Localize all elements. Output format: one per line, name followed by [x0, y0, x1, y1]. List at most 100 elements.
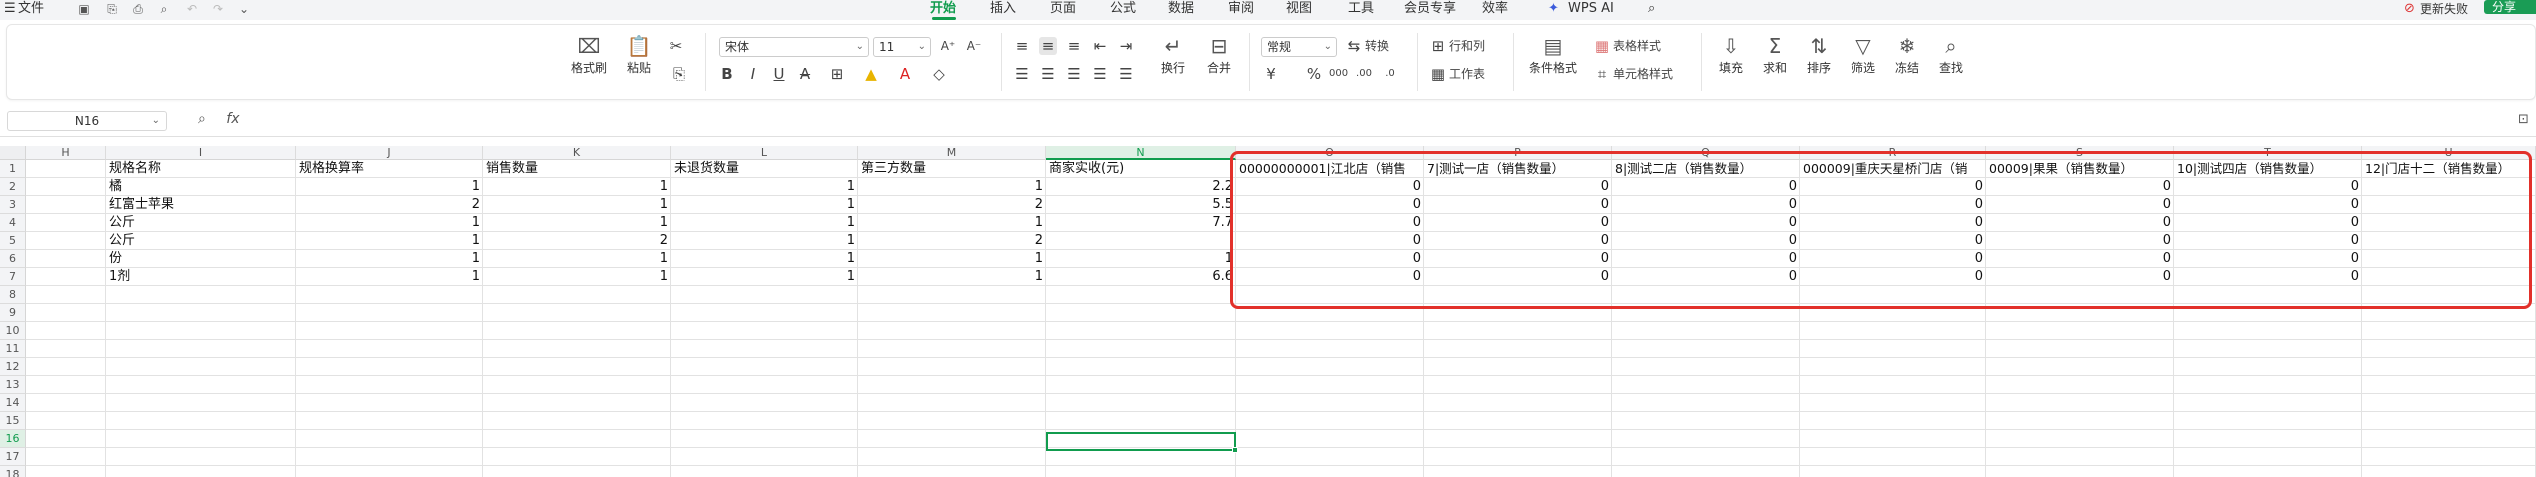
data-cell-name[interactable]: 公斤 — [106, 214, 296, 232]
tab-data[interactable]: 数据 — [1168, 0, 1194, 20]
data-cell-income[interactable]: 1 — [1046, 250, 1236, 268]
fill-handle[interactable] — [1232, 447, 1238, 453]
tab-wps-ai[interactable]: WPS AI — [1568, 0, 1614, 20]
font-color-icon[interactable]: A — [891, 65, 919, 83]
freeze-button[interactable]: ❄ 冻结 — [1887, 33, 1927, 76]
chevron-down-icon[interactable]: ⌄ — [236, 2, 252, 17]
header-cell[interactable]: 商家实收(元) — [1046, 160, 1236, 178]
data-cell-rate[interactable]: 1 — [296, 232, 483, 250]
column-header-j[interactable]: J — [296, 146, 483, 160]
expand-formula-icon[interactable]: ⊡ — [2518, 112, 2529, 127]
distributed-icon[interactable]: ☰ — [1117, 65, 1135, 83]
column-header-l[interactable]: L — [671, 146, 858, 160]
convert-icon[interactable]: ⇆ — [1345, 37, 1363, 55]
tab-efficiency[interactable]: 效率 — [1482, 0, 1508, 20]
row-header-18[interactable]: 18 — [0, 466, 26, 477]
row-header-3[interactable]: 3 — [0, 196, 26, 214]
undo-icon[interactable]: ↶ — [184, 2, 200, 17]
header-cell[interactable]: 规格换算率 — [296, 160, 483, 178]
thousands-icon[interactable]: 000 — [1329, 65, 1348, 83]
file-menu[interactable]: 文件 — [18, 0, 44, 20]
justify-icon[interactable]: ☰ — [1091, 65, 1109, 83]
data-cell-unreturned[interactable]: 1 — [671, 250, 858, 268]
row-header-11[interactable]: 11 — [0, 340, 26, 358]
data-cell-unreturned[interactable]: 1 — [671, 232, 858, 250]
data-cell-sales[interactable]: 2 — [483, 232, 671, 250]
column-header-k[interactable]: K — [483, 146, 671, 160]
tab-tools[interactable]: 工具 — [1348, 0, 1374, 20]
share-button[interactable]: 分享 — [2484, 0, 2536, 14]
row-header-8[interactable]: 8 — [0, 286, 26, 304]
name-box[interactable]: N16 ⌄ — [7, 111, 167, 131]
export-icon[interactable]: ⎘ — [104, 2, 120, 17]
column-header-m[interactable]: M — [858, 146, 1046, 160]
formula-input[interactable] — [262, 111, 2512, 131]
print-preview-icon[interactable]: ⌕ — [156, 2, 172, 17]
convert-button[interactable]: 转换 — [1365, 37, 1389, 55]
header-cell[interactable]: 未退货数量 — [671, 160, 858, 178]
column-header-h[interactable]: H — [26, 146, 106, 160]
hamburger-menu-icon[interactable]: ☰ — [4, 0, 16, 20]
italic-icon[interactable]: I — [745, 65, 761, 83]
data-cell-third[interactable]: 1 — [858, 214, 1046, 232]
copy-icon[interactable]: ⎘ — [667, 65, 691, 83]
tab-member[interactable]: 会员专享 — [1404, 0, 1456, 20]
data-cell-third[interactable]: 1 — [858, 178, 1046, 196]
data-cell-income[interactable] — [1046, 232, 1236, 250]
data-cell-rate[interactable]: 1 — [296, 178, 483, 196]
bold-icon[interactable]: B — [719, 65, 735, 83]
row-header-1[interactable]: 1 — [0, 160, 26, 178]
tab-formula[interactable]: 公式 — [1110, 0, 1136, 20]
row-header-10[interactable]: 10 — [0, 322, 26, 340]
decrease-font-icon[interactable]: A⁻ — [965, 37, 983, 55]
data-cell-name[interactable]: 公斤 — [106, 232, 296, 250]
update-status[interactable]: 更新失败 — [2420, 0, 2468, 20]
tab-view[interactable]: 视图 — [1286, 0, 1312, 20]
sum-button[interactable]: Σ 求和 — [1755, 33, 1795, 76]
data-cell-rate[interactable]: 1 — [296, 250, 483, 268]
fx-icon[interactable]: fx — [226, 111, 239, 127]
wrap-text-button[interactable]: ↵ 换行 — [1153, 33, 1193, 76]
data-cell-name[interactable]: 红富士苹果 — [106, 196, 296, 214]
currency-icon[interactable]: ¥ — [1261, 65, 1281, 83]
data-cell-unreturned[interactable]: 1 — [671, 196, 858, 214]
row-header-13[interactable]: 13 — [0, 376, 26, 394]
data-cell-name[interactable]: 1剂 — [106, 268, 296, 286]
row-header-5[interactable]: 5 — [0, 232, 26, 250]
align-center-icon[interactable]: ☰ — [1039, 65, 1057, 83]
data-cell-income[interactable]: 5.5 — [1046, 196, 1236, 214]
row-header-12[interactable]: 12 — [0, 358, 26, 376]
cell-style-button[interactable]: 单元格样式 — [1613, 65, 1673, 83]
add-decimal-icon[interactable]: .00 — [1355, 65, 1373, 83]
header-cell[interactable]: 规格名称 — [106, 160, 296, 178]
table-style-icon[interactable]: ▦ — [1593, 37, 1611, 55]
find-button[interactable]: ⌕ 查找 — [1931, 33, 1971, 76]
underline-icon[interactable]: U — [771, 65, 787, 83]
increase-font-icon[interactable]: A⁺ — [939, 37, 957, 55]
row-header-14[interactable]: 14 — [0, 394, 26, 412]
worksheet-icon[interactable]: ▦ — [1429, 65, 1447, 83]
align-middle-icon[interactable]: ≡ — [1039, 37, 1057, 55]
data-cell-unreturned[interactable]: 1 — [671, 214, 858, 232]
format-painter-button[interactable]: ⌧ 格式刷 — [569, 33, 609, 76]
data-cell-third[interactable]: 2 — [858, 232, 1046, 250]
tab-page[interactable]: 页面 — [1050, 0, 1076, 20]
data-cell-rate[interactable]: 2 — [296, 196, 483, 214]
data-cell-unreturned[interactable]: 1 — [671, 178, 858, 196]
data-cell-name[interactable]: 橘 — [106, 178, 296, 196]
column-header-n[interactable]: N — [1046, 146, 1236, 160]
print-icon[interactable]: ⎙ — [130, 2, 146, 17]
sort-button[interactable]: ⇅ 排序 — [1799, 33, 1839, 76]
data-cell-sales[interactable]: 1 — [483, 214, 671, 232]
data-cell-sales[interactable]: 1 — [483, 268, 671, 286]
row-header-2[interactable]: 2 — [0, 178, 26, 196]
search-icon[interactable]: ⌕ — [1648, 0, 1655, 20]
font-size-select[interactable]: 11 ⌄ — [873, 37, 931, 57]
data-cell-income[interactable]: 2.2 — [1046, 178, 1236, 196]
remove-decimal-icon[interactable]: .0 — [1381, 65, 1399, 83]
data-cell-third[interactable]: 1 — [858, 268, 1046, 286]
merge-button[interactable]: ⊟ 合并 — [1197, 33, 1241, 76]
align-top-icon[interactable]: ≡ — [1013, 37, 1031, 55]
data-cell-sales[interactable]: 1 — [483, 178, 671, 196]
row-header-7[interactable]: 7 — [0, 268, 26, 286]
